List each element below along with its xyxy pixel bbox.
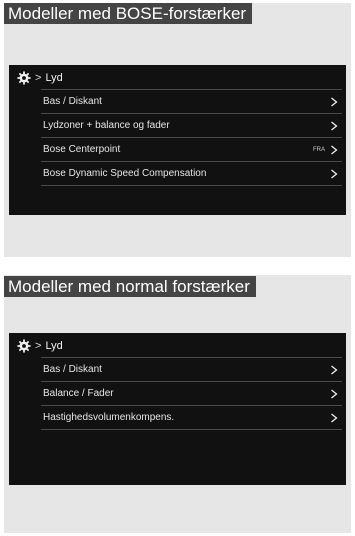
menu-item-bose-speed-compensation[interactable]: Bose Dynamic Speed Compensation <box>41 161 342 186</box>
breadcrumb: > Lyd <box>17 337 63 355</box>
chevron-right-icon <box>331 413 338 423</box>
menu-item-bose-centerpoint[interactable]: Bose Centerpoint FRA <box>41 137 342 161</box>
menu-item-label: Bas / Diskant <box>43 96 102 107</box>
chevron-right-icon <box>331 97 338 107</box>
breadcrumb-separator: > <box>35 340 42 352</box>
menu-item-sound-zones[interactable]: Lydzoner + balance og fader <box>41 113 342 137</box>
menu-item-speed-volume-compensation[interactable]: Hastighedsvolumenkompens. <box>41 405 342 430</box>
setting-value: FRA <box>313 146 325 153</box>
audio-settings-screen: > Lyd Bas / Diskant Balance / Fader Hast… <box>9 333 346 485</box>
menu-item-label: Bose Centerpoint <box>43 144 121 155</box>
menu-item-label: Bose Dynamic Speed Compensation <box>43 168 207 179</box>
chevron-right-icon <box>331 365 338 375</box>
section-banner: Modeller med normal forstærker <box>4 276 256 297</box>
menu-item-balance-fader[interactable]: Balance / Fader <box>41 381 342 405</box>
gear-icon[interactable] <box>17 339 31 353</box>
chevron-right-icon <box>331 169 338 179</box>
menu-item-bass-treble[interactable]: Bas / Diskant <box>41 89 342 113</box>
chevron-right-icon <box>331 121 338 131</box>
breadcrumb-label: Lyd <box>45 72 63 84</box>
breadcrumb: > Lyd <box>17 69 63 87</box>
menu-item-label: Bas / Diskant <box>43 364 102 375</box>
settings-menu: Bas / Diskant Balance / Fader Hastigheds… <box>41 357 342 430</box>
menu-item-label: Lydzoner + balance og fader <box>43 120 170 131</box>
menu-item-label: Balance / Fader <box>43 388 114 399</box>
normal-amplifier-panel: Modeller med normal forstærker > Lyd Bas… <box>4 275 351 533</box>
chevron-right-icon <box>331 145 338 155</box>
section-banner: Modeller med BOSE-forstærker <box>4 3 253 24</box>
settings-menu: Bas / Diskant Lydzoner + balance og fade… <box>41 89 342 186</box>
breadcrumb-separator: > <box>35 72 42 84</box>
chevron-right-icon <box>331 389 338 399</box>
gear-icon[interactable] <box>17 71 31 85</box>
audio-settings-screen: > Lyd Bas / Diskant Lydzoner + balance o… <box>9 65 346 215</box>
menu-item-label: Hastighedsvolumenkompens. <box>43 412 175 423</box>
bose-amplifier-panel: Modeller med BOSE-forstærker > Lyd Bas /… <box>4 3 351 257</box>
menu-item-bass-treble[interactable]: Bas / Diskant <box>41 357 342 381</box>
breadcrumb-label: Lyd <box>45 340 63 352</box>
